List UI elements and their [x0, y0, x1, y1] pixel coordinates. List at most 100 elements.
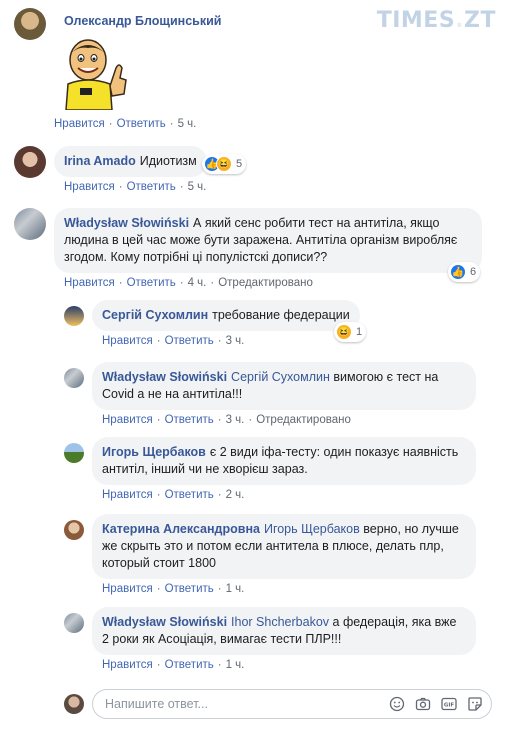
timestamp[interactable]: 3 ч.	[226, 414, 245, 426]
reply-link[interactable]: Ответить	[165, 583, 214, 595]
composer-tools: GIF	[389, 696, 483, 712]
reply-link[interactable]: Ответить	[127, 181, 176, 193]
reply-author[interactable]: Игорь Щербаков	[102, 445, 206, 459]
comment-actions: Нравится · Ответить · 4 ч. · Отредактировано	[54, 273, 482, 289]
like-link[interactable]: Нравится	[54, 118, 105, 130]
reply-composer: GIF	[64, 689, 492, 719]
separator: ·	[179, 181, 184, 193]
reply-text-line: а федерація, яка вже	[332, 615, 457, 629]
timestamp[interactable]: 3 ч.	[226, 335, 245, 347]
reply-actions: Нравится · Ответить · 3 ч.	[92, 331, 360, 347]
reply-text-line: вимогою є тест на	[333, 370, 439, 384]
reply-actions: Нравится · Ответить · 2 ч.	[92, 485, 476, 501]
reply-text-line: 2 роки як Асоціація, вимагає тести ПЛР!!…	[102, 632, 342, 646]
timestamp[interactable]: 2 ч.	[226, 489, 245, 501]
reply-link[interactable]: Ответить	[165, 489, 214, 501]
watermark-suffix: ZT	[464, 8, 496, 33]
reply-link[interactable]: Ответить	[165, 414, 214, 426]
camera-icon[interactable]	[415, 696, 431, 712]
reply-bubble: Игорь Щербаков є 2 види іфа-тесту: один п…	[92, 437, 476, 485]
avatar[interactable]	[64, 613, 84, 633]
reply-text-line: є 2 види іфа-тесту: один показує наявніс…	[209, 445, 459, 459]
sticker-icon[interactable]	[467, 696, 483, 712]
reply-text-line: же скрыть это и потом если антитела в пл…	[102, 539, 444, 553]
like-link[interactable]: Нравится	[64, 181, 115, 193]
like-link[interactable]: Нравится	[102, 583, 153, 595]
like-link[interactable]: Нравится	[102, 414, 153, 426]
timestamp[interactable]: 5 ч.	[188, 181, 207, 193]
separator: ·	[156, 335, 161, 347]
watermark-brand: TIMES	[376, 8, 456, 33]
timestamp[interactable]: 5 ч.	[178, 118, 197, 130]
like-link[interactable]: Нравится	[64, 277, 115, 289]
reaction-count: 5	[236, 158, 243, 170]
current-user-avatar	[64, 694, 84, 714]
reply: Władysław Słowiński Сергій Сухомлин вимог…	[64, 362, 476, 426]
mention-link[interactable]: Ihor Shcherbakov	[231, 615, 329, 629]
reply-author[interactable]: Сергій Сухомлин	[102, 308, 208, 322]
reply: Сергій Сухомлин требование федерации Нрав…	[64, 300, 360, 347]
comment-author[interactable]: Олександр Блощинський	[54, 8, 231, 28]
separator: ·	[210, 277, 215, 289]
comment-author[interactable]: Władysław Słowiński	[64, 216, 189, 230]
gif-icon[interactable]: GIF	[441, 696, 457, 712]
mention-link[interactable]: Сергій Сухомлин	[231, 370, 330, 384]
reply-author[interactable]: Władysław Słowiński	[102, 615, 227, 629]
reply-text-line: верно, но лучше	[363, 522, 459, 536]
reply-text-line: Covid а не на антитіла!!!	[102, 387, 243, 401]
avatar[interactable]	[14, 208, 46, 240]
haha-reaction-icon: 😆	[336, 324, 352, 340]
reply-link[interactable]: Ответить	[165, 659, 214, 671]
reply: Катерина Александровна Игорь Щербаков вер…	[64, 514, 476, 595]
reply: Игорь Щербаков є 2 види іфа-тесту: один п…	[64, 437, 476, 501]
timestamp[interactable]: 4 ч.	[188, 277, 207, 289]
avatar[interactable]	[14, 8, 46, 40]
reaction-summary[interactable]: 👍 😆 5	[202, 154, 247, 174]
comment-text-line: А який сенс робити тест на антитіла, якщ…	[193, 216, 440, 230]
comment-author[interactable]: Irina Amado	[64, 154, 136, 168]
avatar[interactable]	[64, 520, 84, 540]
reply-text: требование федерации	[212, 308, 350, 322]
edited-label[interactable]: Отредактировано	[256, 414, 351, 426]
reply-link[interactable]: Ответить	[127, 277, 176, 289]
avatar[interactable]	[64, 306, 84, 326]
comment-actions: Нравится · Ответить · 5 ч.	[54, 114, 231, 130]
timestamp[interactable]: 1 ч.	[226, 659, 245, 671]
reply-author[interactable]: Władysław Słowiński	[102, 370, 227, 384]
reply-link[interactable]: Ответить	[117, 118, 166, 130]
svg-text:GIF: GIF	[444, 703, 455, 709]
reply-actions: Нравится · Ответить · 1 ч.	[92, 655, 476, 671]
separator: ·	[217, 335, 222, 347]
reply-bubble: Władysław Słowiński Ihor Shcherbakov а фе…	[92, 607, 476, 655]
reply-text-line: который стоит 1800	[102, 556, 216, 570]
reply-input[interactable]	[105, 697, 375, 711]
like-link[interactable]: Нравится	[102, 659, 153, 671]
reaction-summary[interactable]: 👍 6	[448, 262, 481, 282]
site-watermark: TIMES.ZT	[377, 8, 496, 33]
like-link[interactable]: Нравится	[102, 335, 153, 347]
timestamp[interactable]: 1 ч.	[226, 583, 245, 595]
separator: ·	[179, 277, 184, 289]
reaction-summary[interactable]: 😆 1	[334, 322, 367, 342]
edited-label[interactable]: Отредактировано	[218, 277, 313, 289]
reply-bubble: Władysław Słowiński Сергій Сухомлин вимог…	[92, 362, 476, 410]
reply-actions: Нравится · Ответить · 3 ч. · Отредактировано	[92, 410, 476, 426]
separator: ·	[217, 659, 222, 671]
avatar[interactable]	[64, 368, 84, 388]
watermark-dot: .	[455, 8, 465, 33]
separator: ·	[169, 118, 174, 130]
reply-link[interactable]: Ответить	[165, 335, 214, 347]
emoji-icon[interactable]	[389, 696, 405, 712]
reply-bubble: Сергій Сухомлин требование федерации	[92, 300, 360, 331]
like-link[interactable]: Нравится	[102, 489, 153, 501]
avatar[interactable]	[64, 443, 84, 463]
referee-thumbs-up-sticker	[58, 38, 128, 111]
comment: Władysław Słowiński А який сенс робити те…	[14, 208, 482, 289]
mention-link[interactable]: Игорь Щербаков	[264, 522, 360, 536]
separator: ·	[156, 659, 161, 671]
reply-text-line: антитіл, інший чи не хворієш зараз.	[102, 462, 308, 476]
avatar[interactable]	[14, 146, 46, 178]
reply-author[interactable]: Катерина Александровна	[102, 522, 260, 536]
comment-text: Идиотизм	[139, 154, 197, 168]
like-reaction-icon: 👍	[450, 264, 466, 280]
